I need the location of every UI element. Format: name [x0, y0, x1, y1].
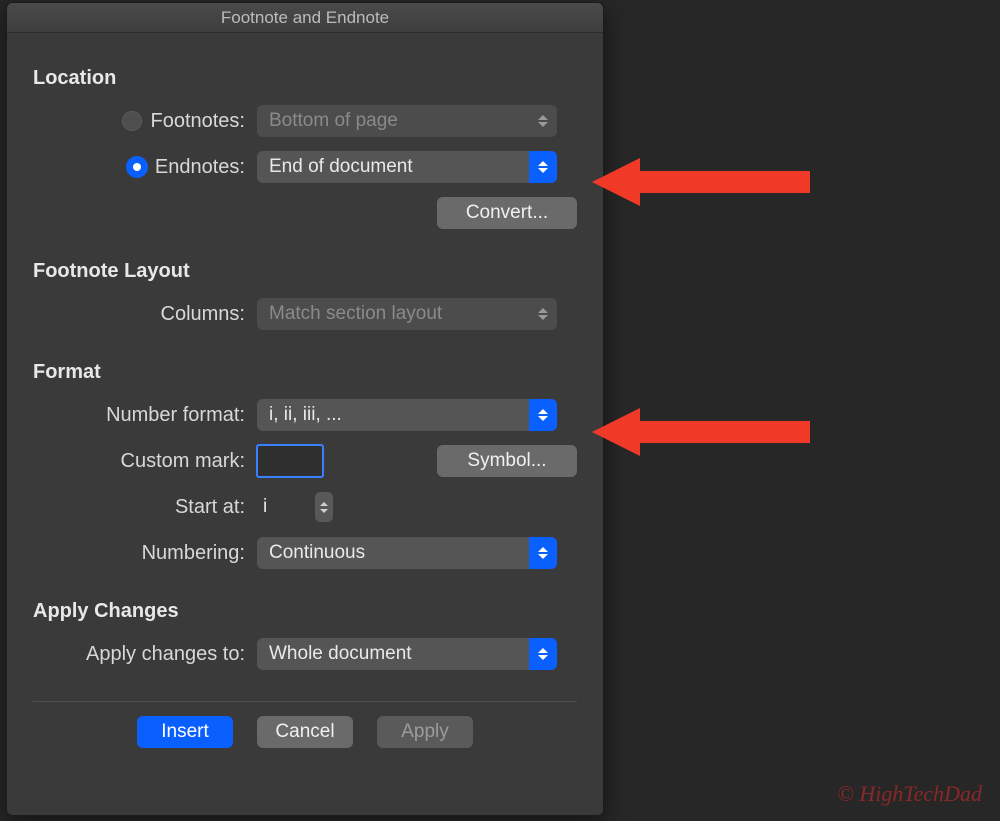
label-custom-mark: Custom mark: [121, 450, 245, 473]
start-at-input[interactable] [257, 491, 303, 523]
dropdown-number-format[interactable]: i, ii, iii, ... [257, 399, 557, 431]
apply-button: Apply [377, 716, 473, 748]
start-at-stepper[interactable] [315, 492, 333, 522]
chevron-updown-icon [529, 537, 557, 569]
radio-endnotes[interactable] [127, 157, 147, 177]
label-apply-to: Apply changes to: [86, 643, 245, 666]
dialog-footer: Insert Cancel Apply [33, 716, 577, 748]
dialog-title: Footnote and Endnote [7, 3, 603, 33]
watermark: © HighTechDad [837, 781, 982, 807]
custom-mark-input[interactable] [257, 445, 323, 477]
label-number-format: Number format: [106, 404, 245, 427]
annotation-arrow [592, 162, 810, 202]
chevron-updown-icon [529, 638, 557, 670]
row-start-at: Start at: [33, 484, 577, 530]
footnote-endnote-dialog: Footnote and Endnote Location Footnotes:… [6, 2, 604, 816]
chevron-updown-icon [529, 298, 557, 330]
dropdown-numbering[interactable]: Continuous [257, 537, 557, 569]
insert-button[interactable]: Insert [137, 716, 233, 748]
dialog-content: Location Footnotes: Bottom of page Endno… [7, 33, 603, 815]
dropdown-columns: Match section layout [257, 298, 557, 330]
section-format-title: Format [33, 361, 577, 384]
radio-footnotes[interactable] [122, 111, 142, 131]
chevron-updown-icon [529, 399, 557, 431]
row-endnotes: Endnotes: End of document [33, 144, 577, 190]
section-location-title: Location [33, 67, 577, 90]
label-columns: Columns: [161, 303, 245, 326]
row-number-format: Number format: i, ii, iii, ... [33, 392, 577, 438]
stepper-down-icon [320, 509, 328, 513]
label-start-at: Start at: [175, 496, 245, 519]
label-footnotes: Footnotes: [150, 110, 245, 133]
dropdown-footnotes-location: Bottom of page [257, 105, 557, 137]
convert-button[interactable]: Convert... [437, 197, 577, 229]
cancel-button[interactable]: Cancel [257, 716, 353, 748]
section-footnote-layout-title: Footnote Layout [33, 260, 577, 283]
chevron-updown-icon [529, 151, 557, 183]
divider [33, 701, 577, 702]
dropdown-endnotes-location[interactable]: End of document [257, 151, 557, 183]
row-columns: Columns: Match section layout [33, 291, 577, 337]
row-custom-mark: Custom mark: Symbol... [33, 438, 577, 484]
section-apply-changes-title: Apply Changes [33, 600, 577, 623]
stepper-up-icon [320, 502, 328, 506]
row-convert: Convert... [33, 190, 577, 236]
dropdown-apply-to[interactable]: Whole document [257, 638, 557, 670]
label-numbering: Numbering: [142, 542, 245, 565]
row-footnotes: Footnotes: Bottom of page [33, 98, 577, 144]
chevron-updown-icon [529, 105, 557, 137]
row-apply-to: Apply changes to: Whole document [33, 631, 577, 677]
annotation-arrow [592, 412, 810, 452]
label-endnotes: Endnotes: [155, 156, 245, 179]
symbol-button[interactable]: Symbol... [437, 445, 577, 477]
row-numbering: Numbering: Continuous [33, 530, 577, 576]
